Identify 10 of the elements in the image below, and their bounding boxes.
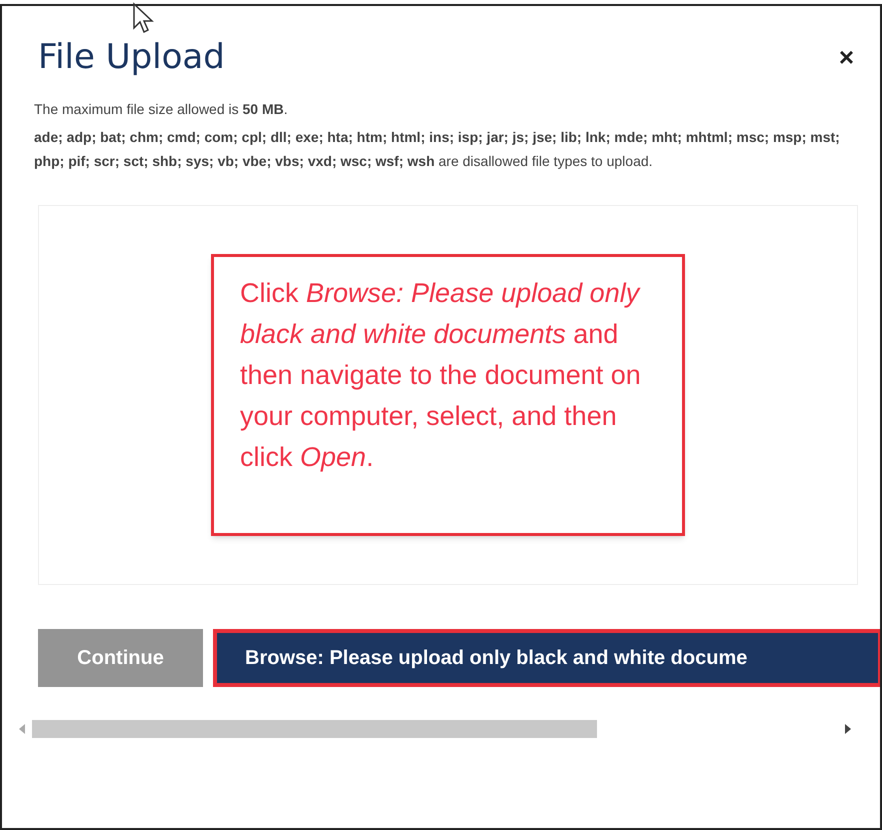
horizontal-scrollbar[interactable] — [18, 718, 852, 738]
browse-button[interactable]: Browse: Please upload only black and white docume — [213, 628, 882, 686]
info-text: The maximum file size allowed is 50 MB. — [34, 100, 289, 118]
scrollbar-thumb[interactable] — [32, 720, 597, 738]
close-button[interactable]: × — [838, 44, 854, 70]
left-arrow-icon[interactable] — [18, 724, 26, 734]
info-text: ade; adp; bat; chm; cmd; com; cpl; dll; exe; hta; htm; html; ins; isp; jar; js; jse; lib; lnk; mde; mht; mhtml; msc; msp; mst; php; pif; scr; sct; shb; sys; vb; vbe; vbs; vxd; wsc; wsf; wsh are disallowed file types to upload. — [34, 128, 841, 171]
callout-text: Click Browse: Please upload only black and white documents and then navigate to the document on your computer, select, and then click Open. — [240, 276, 642, 474]
right-arrow-icon[interactable] — [844, 724, 852, 734]
dialog-title: File Upload — [38, 36, 225, 78]
